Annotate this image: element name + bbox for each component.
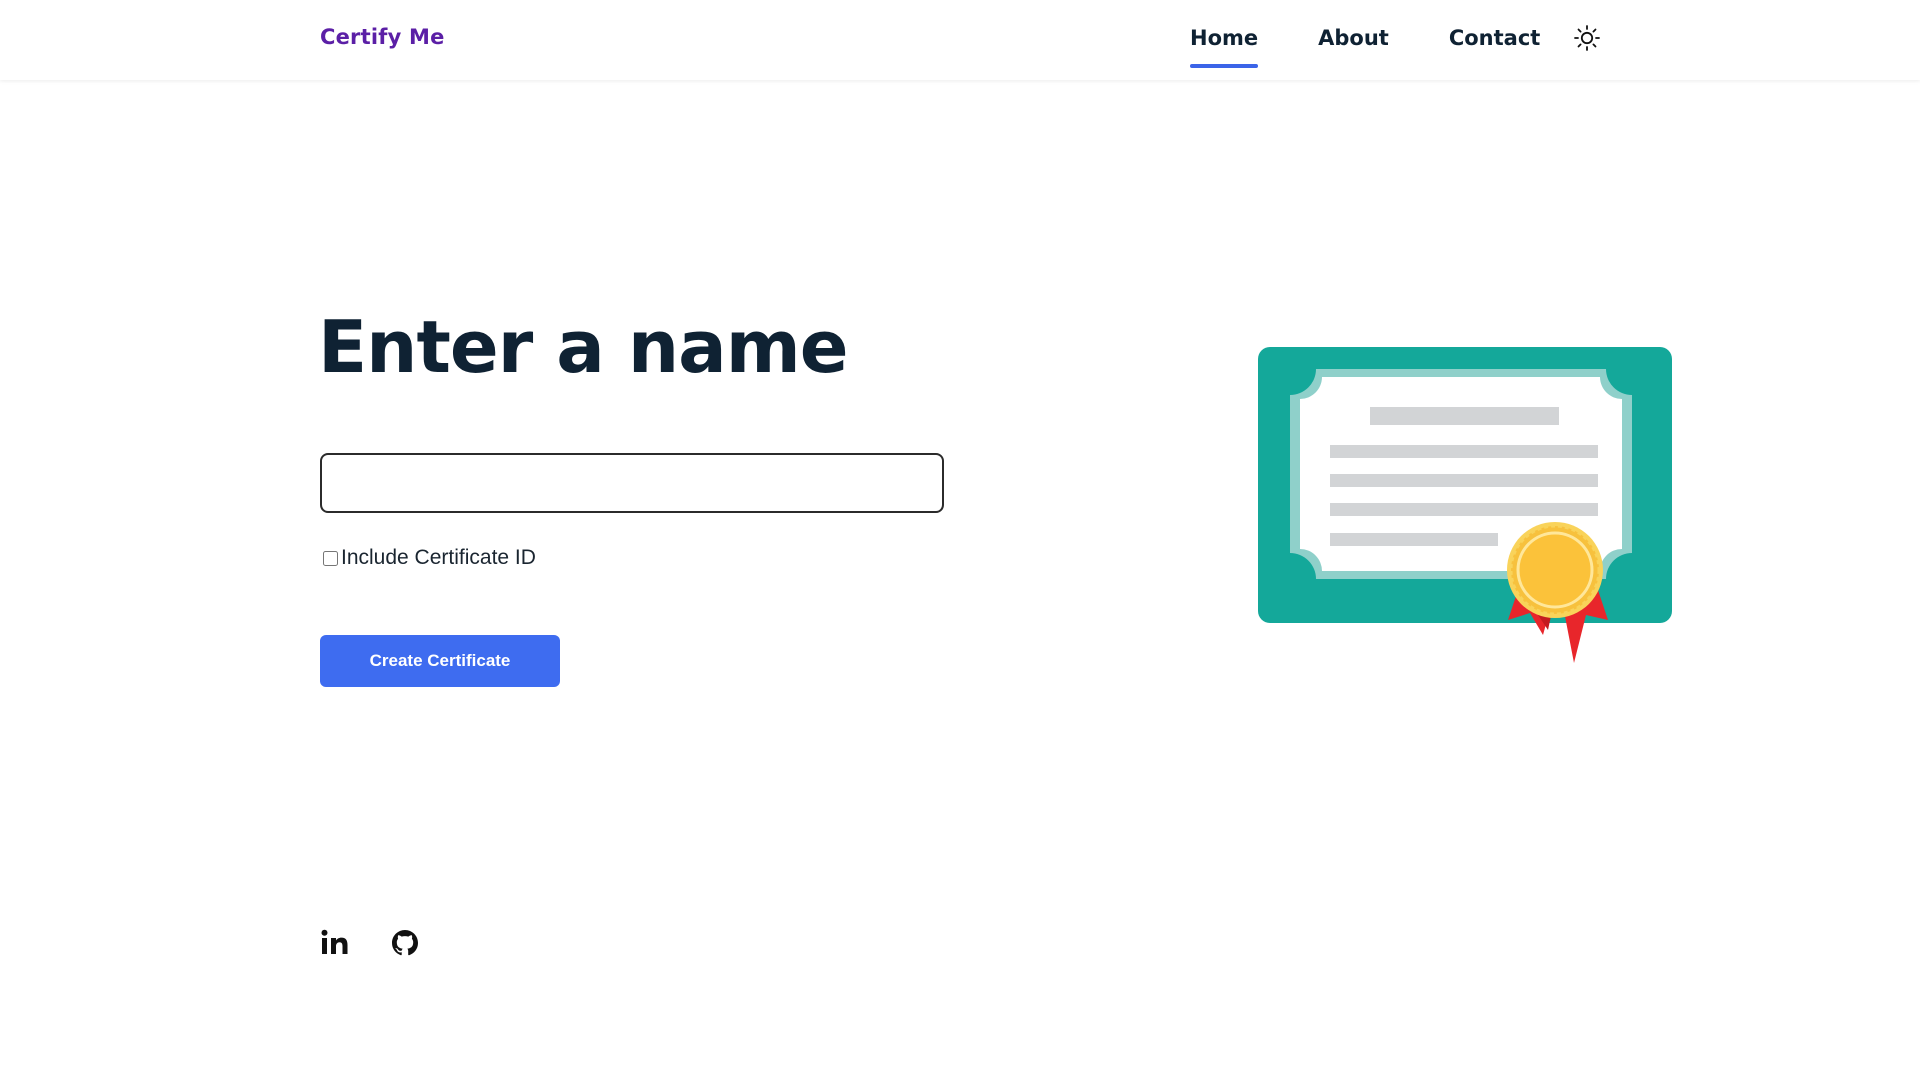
brand-logo[interactable]: Certify Me <box>320 25 445 49</box>
main-nav: Home About Contact <box>1190 0 1600 80</box>
nav-home[interactable]: Home <box>1190 0 1259 68</box>
name-input[interactable] <box>320 453 944 513</box>
top-navbar: Certify Me Home About Contact <box>0 0 1920 80</box>
certificate-icon <box>1258 347 1672 663</box>
nav-contact[interactable]: Contact <box>1449 0 1541 50</box>
linkedin-icon[interactable] <box>320 928 350 958</box>
nav-about[interactable]: About <box>1318 0 1389 50</box>
include-certificate-id-label[interactable]: Include Certificate ID <box>341 546 536 570</box>
page-title: Enter a name <box>318 305 849 389</box>
create-certificate-button[interactable]: Create Certificate <box>320 635 560 687</box>
include-certificate-id-checkbox[interactable] <box>323 550 338 566</box>
sun-icon[interactable] <box>1573 24 1601 52</box>
github-icon[interactable] <box>390 928 420 958</box>
certificate-id-option: Include Certificate ID <box>323 546 536 570</box>
